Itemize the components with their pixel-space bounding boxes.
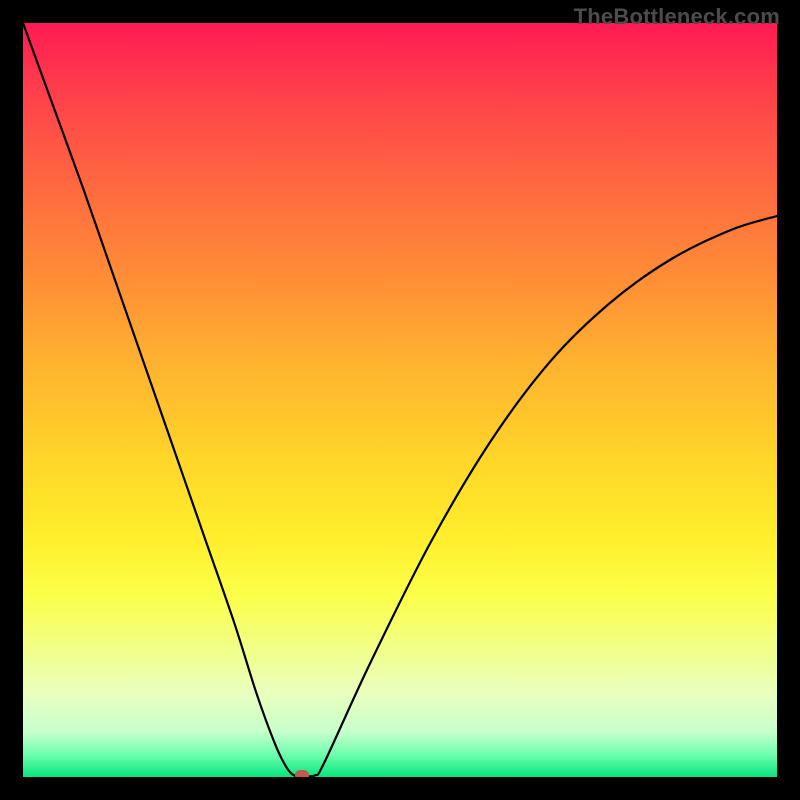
plot-area <box>23 23 777 777</box>
minimum-marker-icon <box>295 770 309 777</box>
watermark-text: TheBottleneck.com <box>574 4 780 30</box>
curve-path <box>23 23 777 776</box>
bottleneck-curve <box>23 23 777 777</box>
chart-frame: TheBottleneck.com <box>0 0 800 800</box>
